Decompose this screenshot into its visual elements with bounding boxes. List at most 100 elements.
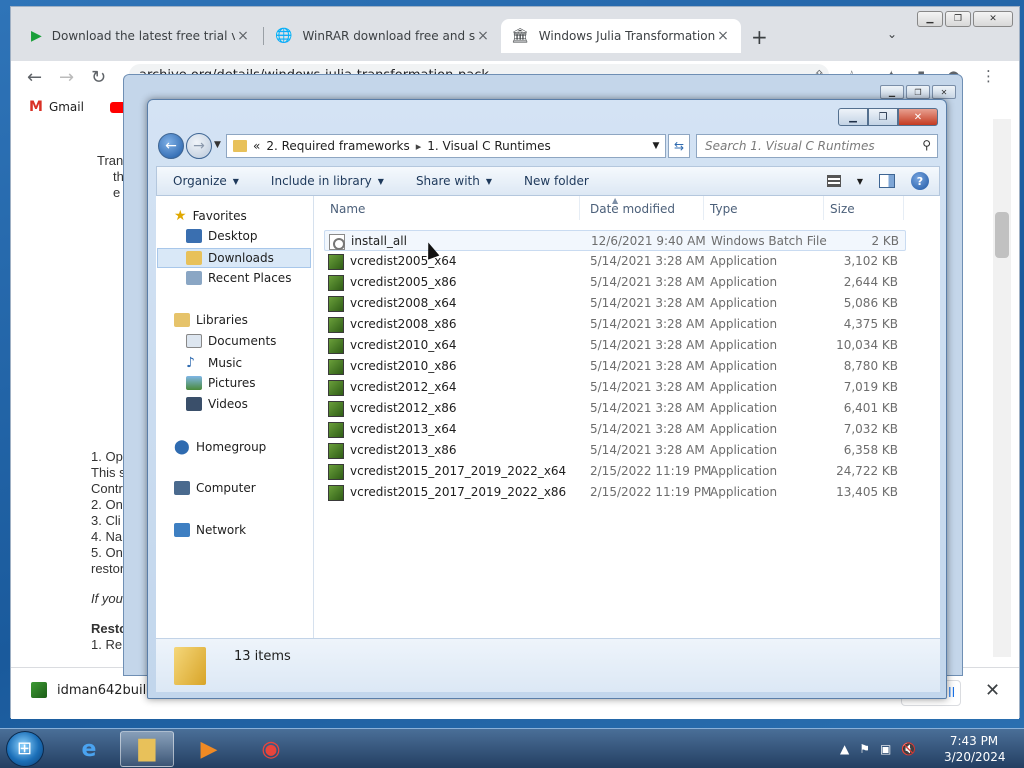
file-row[interactable]: vcredist2008_x86 5/14/2021 3:28 AM Applica… [324,314,906,335]
nav-network[interactable]: Network [174,523,246,537]
view-controls: ▼ ? [826,172,939,190]
maximize-button[interactable]: ❐ [868,108,898,126]
start-button[interactable] [6,731,44,767]
close-button[interactable]: ✕ [932,85,956,99]
chrome-icon[interactable]: ◉ [244,731,298,767]
breadcrumb[interactable]: « 2. Required frameworks ▸ 1. Visual C R… [226,134,666,158]
nav-documents[interactable]: Documents [186,334,276,348]
nav-pictures[interactable]: Pictures [186,376,256,390]
nav-libraries[interactable]: Libraries [174,313,248,327]
recent-pages-chevron-icon[interactable]: ▼ [214,140,221,150]
file-explorer-icon[interactable]: ▇ [120,731,174,767]
nav-videos[interactable]: Videos [186,397,248,411]
show-hidden-icons-icon[interactable]: ▲ [840,742,849,756]
new-tab-button[interactable]: + [751,25,768,49]
file-row[interactable]: vcredist2015_2017_2019_2022_x64 2/15/2022… [324,461,906,482]
file-row[interactable]: vcredist2015_2017_2019_2022_x86 2/15/2022… [324,482,906,503]
file-row[interactable]: vcredist2008_x64 5/14/2021 3:28 AM Applica… [324,293,906,314]
volume-muted-icon[interactable]: 🔇 [901,742,916,756]
column-header-name[interactable]: Name [324,196,580,220]
forward-arrow-icon[interactable]: → [59,67,74,88]
file-row[interactable]: vcredist2012_x86 5/14/2021 3:28 AM Applica… [324,398,906,419]
organize-button[interactable]: Organize ▼ [157,174,255,188]
column-header-size[interactable]: Size [824,196,904,220]
clock[interactable]: 7:43 PM 3/20/2024 [944,733,1006,765]
new-folder-button[interactable]: New folder [508,174,605,188]
share-with-button[interactable]: Share with ▼ [400,174,508,188]
file-row[interactable]: vcredist2013_x64 5/14/2021 3:28 AM Applica… [324,419,906,440]
search-placeholder: Search 1. Visual C Runtimes [705,139,875,153]
breadcrumb-overflow[interactable]: « [253,139,260,153]
tab-close-icon[interactable]: × [715,28,731,44]
include-in-library-button[interactable]: Include in library ▼ [255,174,400,188]
download-item[interactable]: idman642build [31,682,155,698]
nav-label: Pictures [208,376,256,390]
tab-search-chevron-icon[interactable]: ⌄ [887,27,897,41]
refresh-icon[interactable]: ⇆ [668,134,690,158]
browser-tab-2[interactable]: 🌐 WinRAR download free and supp × [265,19,501,53]
nav-music[interactable]: ♪ Music [186,355,242,371]
back-arrow-icon[interactable]: ← [27,67,42,88]
preview-pane-icon[interactable] [879,174,895,188]
nav-desktop[interactable]: Desktop [186,229,258,243]
nav-homegroup[interactable]: ⬤ Homegroup [174,439,266,455]
file-row[interactable]: vcredist2012_x64 5/14/2021 3:28 AM Applica… [324,377,906,398]
column-header-date[interactable]: Date modified [584,196,704,220]
media-player-icon[interactable]: ▶ [182,731,236,767]
network-status-icon[interactable]: ▣ [880,742,891,756]
flag-icon[interactable]: ⚑ [859,742,870,756]
application-icon [328,443,344,459]
breadcrumb-item[interactable]: 1. Visual C Runtimes [427,139,550,153]
globe-icon: 🌐 [275,28,293,44]
nav-favorites[interactable]: ★ Favorites [174,208,247,224]
minimize-button[interactable]: ▁ [917,11,943,27]
column-header-type[interactable]: Type [704,196,824,220]
breadcrumb-item[interactable]: 2. Required frameworks [266,139,409,153]
close-button[interactable]: ✕ [898,108,938,126]
search-input[interactable]: Search 1. Visual C Runtimes ⚲ [696,134,938,158]
file-row[interactable]: vcredist2013_x86 5/14/2021 3:28 AM Applica… [324,440,906,461]
desktop-icon [186,229,202,243]
nav-recent-places[interactable]: Recent Places [186,271,291,285]
maximize-button[interactable]: ❐ [906,85,930,99]
file-row[interactable]: vcredist2010_x64 5/14/2021 3:28 AM Applica… [324,335,906,356]
bookmark-gmail[interactable]: M Gmail [29,99,84,115]
minimize-button[interactable]: ▁ [880,85,904,99]
command-label: New folder [524,174,589,188]
file-name: vcredist2013_x64 [350,422,457,436]
file-date-modified: 5/14/2021 3:28 AM [590,275,705,289]
chevron-right-icon[interactable]: ▸ [416,140,422,153]
browser-tab-3[interactable]: 🏛 Windows Julia Transformation Pa × [501,19,741,53]
details-pane: 13 items [156,638,940,692]
more-menu-icon[interactable]: ⋮ [981,67,996,85]
page-text: 3. Cli [91,513,121,528]
computer-icon [174,481,190,495]
file-row[interactable]: vcredist2005_x86 5/14/2021 3:28 AM Applica… [324,272,906,293]
browser-tab-1[interactable]: ▶ Download the latest free trial ver × [21,19,261,53]
nav-computer[interactable]: Computer [174,481,256,495]
file-row[interactable]: vcredist2010_x86 5/14/2021 3:28 AM Applica… [324,356,906,377]
file-row[interactable]: install_all 12/6/2021 9:40 AM Windows Batc… [324,230,906,251]
change-view-icon[interactable] [826,175,841,187]
minimize-button[interactable]: ▁ [838,108,868,126]
back-arrow-icon[interactable]: ← [158,133,184,159]
chevron-down-icon[interactable]: ▼ [647,141,665,151]
page-scrollbar[interactable] [993,119,1011,657]
tab-close-icon[interactable]: × [235,28,251,44]
maximize-button[interactable]: ❐ [945,11,971,27]
tab-close-icon[interactable]: × [475,28,491,44]
file-date-modified: 5/14/2021 3:28 AM [590,422,705,436]
search-icon[interactable]: ⚲ [922,138,931,152]
command-label: Include in library [270,174,372,188]
scrollbar-thumb[interactable] [995,212,1009,258]
internet-explorer-icon[interactable]: e [62,731,116,767]
reload-icon[interactable]: ↻ [91,67,106,88]
file-row[interactable]: vcredist2005_x64 5/14/2021 3:28 AM Applica… [324,251,906,272]
close-icon[interactable]: ✕ [985,680,1000,701]
help-icon[interactable]: ? [911,172,929,190]
close-button[interactable]: ✕ [973,11,1013,27]
chevron-down-icon[interactable]: ▼ [857,177,863,186]
forward-arrow-icon[interactable]: → [186,133,212,159]
installer-icon [31,682,47,698]
nav-downloads[interactable]: Downloads [157,248,311,268]
